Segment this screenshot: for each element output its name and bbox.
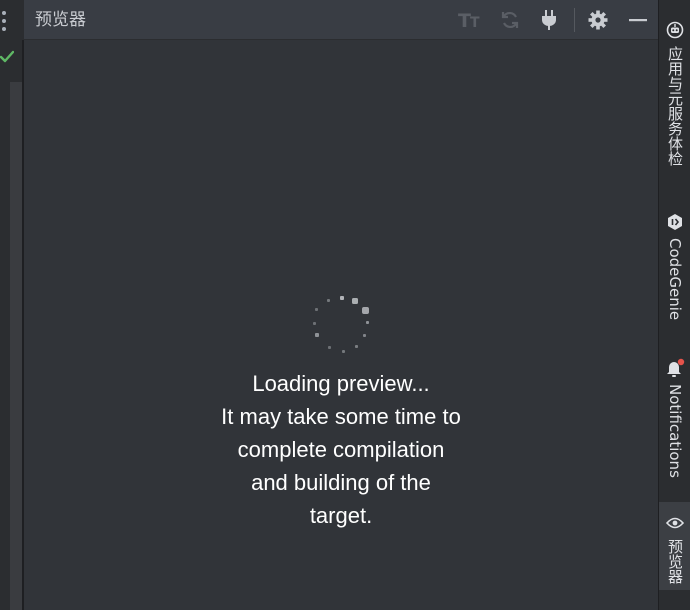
refresh-icon[interactable] <box>498 8 522 32</box>
robot-icon <box>665 20 685 40</box>
loading-message: Loading preview... It may take some time… <box>24 367 658 532</box>
previewer-panel: 预览器 T T Loading preview... It may take s… <box>24 0 658 610</box>
sidebar-item-app-checkup[interactable]: 应用与元服务体检 <box>659 20 690 166</box>
toolbar-separator <box>574 8 575 32</box>
sidebar-item-notifications[interactable]: Notifications <box>659 358 690 478</box>
font-size-icon[interactable]: T T <box>458 8 482 32</box>
panel-title: 预览器 <box>35 10 86 30</box>
loading-line: complete compilation <box>237 437 445 462</box>
svg-text:T: T <box>470 15 480 30</box>
loading-line: It may take some time to <box>221 404 461 429</box>
sidebar-item-label: CodeGenie <box>666 238 684 321</box>
loading-line: and building of the <box>251 470 431 495</box>
right-tool-window-bar: 应用与元服务体检 CodeGenie Notifications 预览器 <box>658 0 690 610</box>
more-options-icon[interactable] <box>2 11 8 31</box>
checkmark-icon <box>0 50 14 63</box>
left-gutter <box>0 0 24 610</box>
sidebar-item-label: Notifications <box>666 384 684 478</box>
eye-icon <box>665 513 685 533</box>
plug-icon[interactable] <box>537 8 561 32</box>
app-window: 预览器 T T Loading preview... It may take s… <box>0 0 690 610</box>
gear-icon[interactable] <box>586 8 610 32</box>
bell-icon <box>665 358 685 378</box>
loading-spinner-icon <box>313 296 369 353</box>
minimize-icon[interactable] <box>626 8 650 32</box>
sidebar-item-previewer[interactable]: 预览器 <box>659 502 690 590</box>
panel-header: 预览器 T T <box>24 0 658 40</box>
sidebar-item-codegenie[interactable]: CodeGenie <box>659 212 690 320</box>
preview-area: Loading preview... It may take some time… <box>24 40 658 610</box>
loading-line: target. <box>309 503 373 528</box>
sidebar-item-label: 预览器 <box>666 539 684 584</box>
loading-line: Loading preview... <box>252 371 430 396</box>
codegenie-icon <box>665 212 685 232</box>
sidebar-item-label: 应用与元服务体检 <box>666 46 684 166</box>
